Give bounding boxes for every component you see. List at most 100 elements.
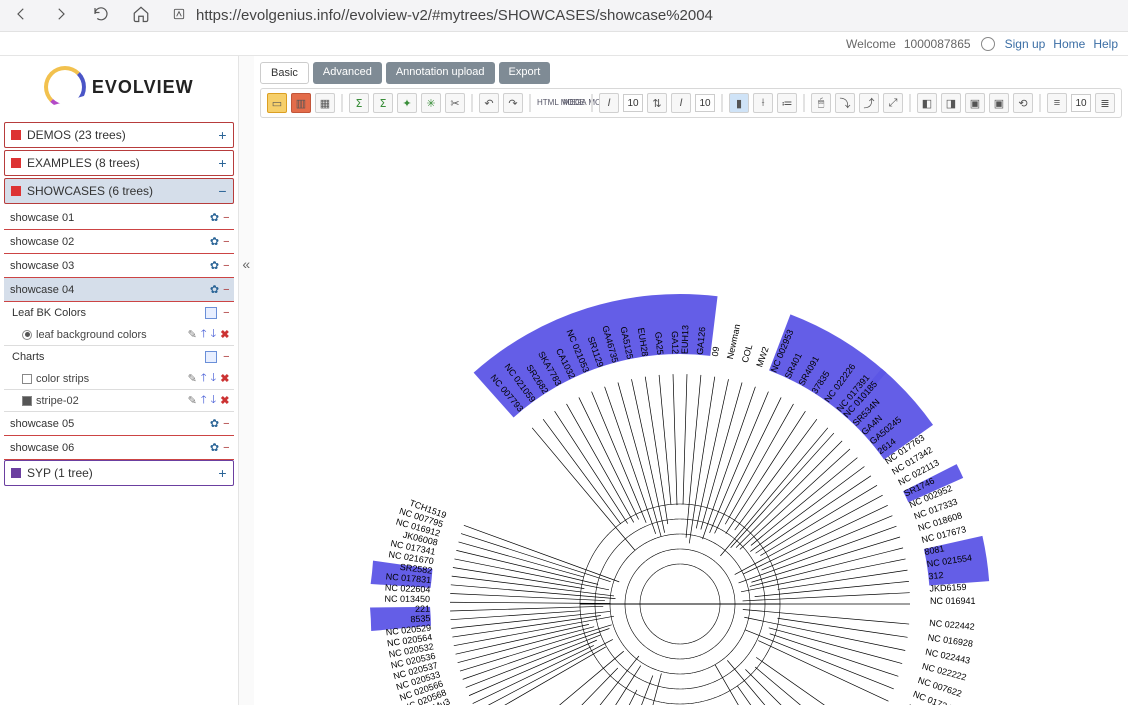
zoom-in-icon[interactable]: ⤴ [859, 93, 879, 113]
tree-remove-icon[interactable]: − [223, 418, 229, 430]
redo-icon[interactable]: ↷ [503, 93, 523, 113]
open-folder-icon[interactable]: ▭ [267, 93, 287, 113]
dataset-item-color-strips[interactable]: color strips ✎ 🡑 🡓 ✖ [4, 368, 234, 390]
dataset-item-leaf-background-colors[interactable]: leaf background colors ✎ 🡑 🡓 ✖ [4, 324, 234, 346]
undo-icon[interactable]: ↶ [479, 93, 499, 113]
dataset-item-label: stripe-02 [36, 395, 79, 407]
help-link[interactable]: Help [1093, 37, 1118, 51]
tree-style-circle-icon[interactable]: ✦ [397, 93, 417, 113]
tree-style-rect-icon[interactable]: ⵉ [349, 93, 369, 113]
site-info-icon[interactable] [172, 7, 186, 25]
tab-export[interactable]: Export [499, 62, 551, 84]
tab-annotation-upload[interactable]: Annotation upload [386, 62, 495, 84]
tree-remove-icon[interactable]: − [223, 212, 229, 224]
dataset-group-charts[interactable]: Charts − [4, 346, 234, 368]
tree-remove-icon[interactable]: − [223, 442, 229, 454]
tree-gear-icon[interactable]: ✿ [210, 283, 219, 296]
font-italic-icon[interactable]: I [599, 93, 619, 113]
box-target-2-icon[interactable]: ◨ [941, 93, 961, 113]
home-button-browser[interactable] [132, 5, 150, 26]
tree-style-slanted-icon[interactable]: ⵉ [373, 93, 393, 113]
tree-gear-icon[interactable]: ✿ [210, 417, 219, 430]
dataset-group-leafbk[interactable]: Leaf BK Colors − [4, 302, 234, 324]
highlight-icon[interactable]: ▮ [729, 93, 749, 113]
branch-width-icon[interactable]: ≡ [1047, 93, 1067, 113]
delete-icon[interactable]: ✖ [220, 372, 229, 385]
tree-item-showcase-04[interactable]: showcase 04 ✿− [4, 278, 234, 302]
box-target-3-icon[interactable]: ▣ [965, 93, 985, 113]
home-link[interactable]: Home [1053, 37, 1085, 51]
url-text[interactable]: https://evolgenius.info//evolview-v2/#my… [196, 7, 713, 24]
expand-icon[interactable]: + [218, 466, 226, 480]
tree-item-showcase-06[interactable]: showcase 06 ✿− [4, 436, 234, 460]
branch-color-icon[interactable]: ≣ [1095, 93, 1115, 113]
tree-gear-icon[interactable]: ✿ [210, 211, 219, 224]
dataset-collapse-icon[interactable]: − [223, 307, 229, 319]
ruler-icon[interactable]: ⟊ [753, 93, 773, 113]
zoom-out-icon[interactable]: ⤵ [835, 93, 855, 113]
mouse-icon[interactable]: 🖱 [811, 93, 831, 113]
reload-button[interactable] [92, 5, 110, 26]
mega-mode-label[interactable]: MEGA MODE [563, 99, 585, 107]
checkbox-icon[interactable] [22, 374, 32, 384]
down-icon[interactable]: 🡓 [211, 391, 217, 410]
tree-gear-icon[interactable]: ✿ [210, 441, 219, 454]
project-syp[interactable]: SYP (1 tree) + [4, 460, 234, 486]
language-icon[interactable] [981, 37, 995, 51]
tree-gear-icon[interactable]: ✿ [210, 259, 219, 272]
edit-icon[interactable]: ✎ [188, 394, 197, 407]
expand-icon[interactable]: + [218, 156, 226, 170]
dataset-toggle-icon[interactable] [205, 351, 217, 363]
tree-item-showcase-03[interactable]: showcase 03 ✿− [4, 254, 234, 278]
tab-basic[interactable]: Basic [260, 62, 309, 84]
project-label: SYP (1 tree) [27, 466, 93, 480]
radio-icon[interactable] [22, 330, 32, 340]
tree-canvas[interactable]: TCH1519NC 007795NC 016912JK06008NC 01734… [260, 124, 1122, 705]
tree-remove-icon[interactable]: − [223, 284, 229, 296]
font-size-field-2[interactable]: 10 [695, 94, 715, 112]
edit-icon[interactable]: ✎ [188, 372, 197, 385]
dataset-toggle-icon[interactable] [205, 307, 217, 319]
expand-icon[interactable]: + [218, 128, 226, 142]
font-size-field-1[interactable]: 10 [623, 94, 643, 112]
html-mode-label[interactable]: HTML MODE [537, 99, 559, 107]
font-italic-icon-2[interactable]: I [671, 93, 691, 113]
tree-remove-icon[interactable]: − [223, 260, 229, 272]
tree-item-showcase-01[interactable]: showcase 01 ✿− [4, 206, 234, 230]
edit-icon[interactable]: ✎ [188, 328, 197, 341]
spinner-icon[interactable]: ⇅ [647, 93, 667, 113]
down-icon[interactable]: 🡓 [211, 325, 217, 344]
reset-view-icon[interactable]: ⟲ [1013, 93, 1033, 113]
down-icon[interactable]: 🡓 [211, 369, 217, 388]
delete-icon[interactable]: ✖ [220, 328, 229, 341]
delete-icon[interactable]: ✖ [220, 394, 229, 407]
tree-remove-icon[interactable]: − [223, 236, 229, 248]
tab-advanced[interactable]: Advanced [313, 62, 382, 84]
project-examples[interactable]: EXAMPLES (8 trees) + [4, 150, 234, 176]
layout-icon-1[interactable]: ▥ [291, 93, 311, 113]
box-target-4-icon[interactable]: ▣ [989, 93, 1009, 113]
project-demos[interactable]: DEMOS (23 trees) + [4, 122, 234, 148]
forward-button[interactable] [52, 5, 70, 26]
up-icon[interactable]: 🡑 [201, 369, 207, 388]
sidebar-collapse-handle[interactable]: « [239, 56, 255, 705]
tree-style-radial-icon[interactable]: ✳ [421, 93, 441, 113]
up-icon[interactable]: 🡑 [201, 391, 207, 410]
box-target-1-icon[interactable]: ◧ [917, 93, 937, 113]
zoom-fit-icon[interactable]: ⤢ [883, 93, 903, 113]
scissors-icon[interactable]: ✂ [445, 93, 465, 113]
collapse-icon[interactable]: − [218, 184, 226, 198]
up-icon[interactable]: 🡑 [201, 325, 207, 344]
tree-item-showcase-02[interactable]: showcase 02 ✿− [4, 230, 234, 254]
layout-icon-2[interactable]: ▦ [315, 93, 335, 113]
dataset-collapse-icon[interactable]: − [223, 351, 229, 363]
signup-link[interactable]: Sign up [1005, 37, 1046, 51]
tree-item-showcase-05[interactable]: showcase 05 ✿− [4, 412, 234, 436]
back-button[interactable] [12, 5, 30, 26]
align-icon[interactable]: ≔ [777, 93, 797, 113]
project-showcases[interactable]: SHOWCASES (6 trees) − [4, 178, 234, 204]
checkbox-icon[interactable] [22, 396, 32, 406]
dataset-item-stripe-02[interactable]: stripe-02 ✎ 🡑 🡓 ✖ [4, 390, 234, 412]
tree-gear-icon[interactable]: ✿ [210, 235, 219, 248]
branch-width-field[interactable]: 10 [1071, 94, 1091, 112]
